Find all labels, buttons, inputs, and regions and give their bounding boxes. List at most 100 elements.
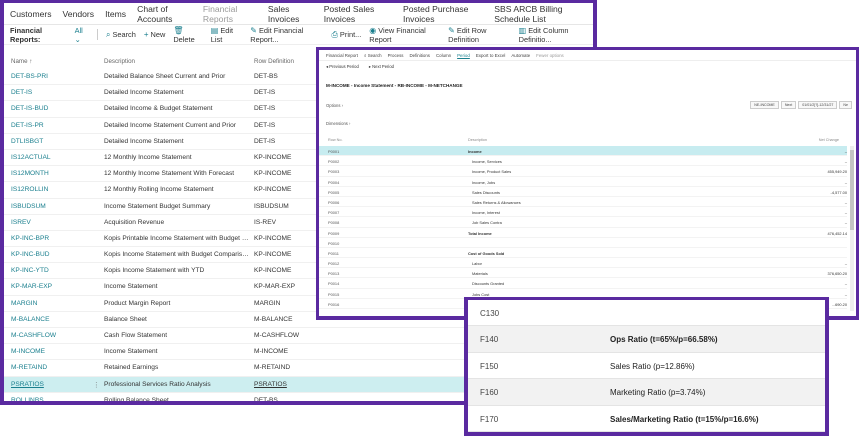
edit-report-button[interactable]: ✎ Edit Financial Report... — [250, 26, 323, 44]
menu-process[interactable]: Process — [388, 53, 404, 58]
report-row[interactable]: P0008 Job Sales Contra – — [319, 217, 847, 228]
name-cell[interactable]: M-BALANCE — [11, 316, 49, 323]
name-cell[interactable]: ISBUDSUM — [11, 203, 46, 210]
name-cell[interactable]: DET-IS-PR — [11, 122, 44, 129]
description-cell: Income, Product Sales — [472, 169, 512, 175]
description-cell: Jobs Cost — [472, 291, 490, 297]
net-change-cell[interactable]: – — [787, 220, 847, 225]
name-cell[interactable]: M-RETAIND — [11, 364, 47, 371]
net-change-cell[interactable]: – — [787, 180, 847, 185]
name-cell[interactable]: ISREV — [11, 219, 31, 226]
description-cell: Materials — [472, 271, 488, 277]
name-cell[interactable]: KP-INC-BUD — [11, 251, 49, 258]
menu-search[interactable]: ⌕ Search — [364, 53, 382, 58]
name-cell[interactable]: IS12ROLLIN — [11, 186, 48, 193]
filter-dropdown[interactable]: All ⌄ — [75, 26, 89, 44]
new-button[interactable]: + New — [144, 30, 165, 39]
name-cell[interactable]: ROLLINBS — [11, 397, 44, 401]
report-row[interactable]: P0014 Discounts Granted – — [319, 278, 847, 289]
menu-automate[interactable]: Automate — [511, 53, 530, 58]
net-change-cell[interactable]: – — [787, 281, 847, 286]
next-period-button[interactable]: ▸ Next Period — [369, 64, 394, 69]
nav-vendors[interactable]: Vendors — [63, 9, 95, 19]
name-cell[interactable]: KP-INC-YTD — [11, 267, 49, 274]
name-cell[interactable]: DET-IS-BUD — [11, 105, 48, 112]
menu-period[interactable]: Period — [457, 53, 470, 58]
nav-billing-schedule[interactable]: SBS ARCB Billing Schedule List — [494, 4, 593, 24]
nav-posted-sales-invoices[interactable]: Posted Sales Invoices — [324, 4, 392, 24]
scrollbar-thumb[interactable] — [850, 150, 854, 230]
report-row[interactable]: P0002 Income, Services – — [319, 156, 847, 167]
name-cell[interactable]: M-INCOME — [11, 348, 45, 355]
report-row[interactable]: P0013 Materials 376,650.20 — [319, 268, 847, 279]
name-cell[interactable]: KP-INC-BPR — [11, 235, 49, 242]
menu-export-excel[interactable]: Export to Excel — [476, 53, 506, 58]
search-button[interactable]: ⌕ Search — [106, 30, 136, 40]
scrollbar[interactable] — [850, 146, 854, 311]
row-definition-cell: KP-INCOME — [254, 153, 292, 161]
previous-period-button[interactable]: ◂ Previous Period — [326, 64, 359, 69]
column-header-name[interactable]: Name ↑ — [11, 58, 32, 65]
report-row[interactable]: P0010 — [319, 238, 847, 248]
name-cell[interactable]: KP-MAR-EXP — [11, 283, 52, 290]
edit-column-definition-button[interactable]: ▥ Edit Column Definitio... — [519, 26, 593, 44]
report-row[interactable]: P0005 Sales Discounts -4,577.00 — [319, 187, 847, 197]
menu-fewer-options[interactable]: Fewer options — [536, 53, 564, 58]
nav-customers[interactable]: Customers — [10, 9, 52, 19]
report-row[interactable]: P0007 Income, Interest – — [319, 207, 847, 218]
column-header-row-definition[interactable]: Row Definition — [254, 58, 294, 65]
dimensions-toggle[interactable]: Dimensions › — [326, 121, 350, 126]
financial-report-window: Financial Report ⌕ Search Process Defini… — [316, 47, 859, 320]
filter-button[interactable]: 01/01/2[?]-12/31/27 — [798, 101, 838, 109]
net-change-cell[interactable]: – — [787, 200, 847, 205]
net-change-cell[interactable]: 455,949.20 — [787, 169, 847, 174]
name-cell[interactable]: MARGIN — [11, 300, 37, 307]
report-row[interactable]: P0003 Income, Product Sales 455,949.20 — [319, 166, 847, 177]
options-toggle[interactable]: Options › — [326, 103, 343, 108]
nav-sales-invoices[interactable]: Sales Invoices — [268, 4, 313, 24]
report-row[interactable]: P0001 Income – — [319, 146, 847, 157]
column-header-description[interactable]: Description — [104, 58, 135, 65]
name-cell[interactable]: PSRATIOS — [11, 381, 44, 388]
nav-chart-of-accounts[interactable]: Chart of Accounts — [137, 4, 192, 24]
report-row[interactable]: P0009 Total Income 476,452.14 — [319, 228, 847, 238]
name-cell[interactable]: DET-IS — [11, 89, 32, 96]
row-number-cell: P0002 — [328, 159, 340, 165]
filter-button[interactable]: NE-INCOME — [750, 101, 779, 109]
previous-period-label: Previous Period — [329, 63, 359, 69]
net-change-cell[interactable]: -4,577.00 — [787, 190, 847, 195]
nav-items[interactable]: Items — [105, 9, 126, 19]
menu-financial-report[interactable]: Financial Report — [326, 53, 358, 58]
row-number-cell: P0003 — [328, 169, 340, 175]
net-change-cell[interactable]: – — [787, 261, 847, 266]
print-button[interactable]: ⎙ Print... — [332, 30, 362, 40]
more-options-icon[interactable]: ⋮ — [93, 381, 100, 389]
menu-column[interactable]: Column — [436, 53, 451, 58]
view-report-button[interactable]: ◉ View Financial Report — [369, 26, 440, 44]
report-row[interactable]: P0012 Labor – — [319, 258, 847, 269]
edit-list-button[interactable]: ▤ Edit List — [211, 26, 242, 44]
net-change-cell[interactable]: 376,650.20 — [787, 271, 847, 276]
filter-button[interactable]: Ne — [839, 101, 852, 109]
name-cell[interactable]: DET-BS-PRI — [11, 73, 48, 80]
nav-financial-reports[interactable]: Financial Reports — [203, 4, 257, 24]
net-change-cell[interactable]: – — [787, 292, 847, 297]
report-row[interactable]: P0004 Income, Jobs – — [319, 177, 847, 187]
period-actions: ◂ Previous Period ▸ Next Period — [319, 61, 856, 71]
delete-label: Delete — [173, 34, 195, 44]
net-change-cell[interactable]: – — [787, 210, 847, 215]
report-row[interactable]: P0011 Cost of Goods Sold — [319, 248, 847, 259]
delete-button[interactable]: 🗑Delete — [173, 26, 202, 44]
net-change-cell[interactable]: 476,452.14 — [787, 231, 847, 236]
name-cell[interactable]: IS12ACTUAL — [11, 154, 51, 161]
name-cell[interactable]: IS12MONTH — [11, 170, 49, 177]
net-change-cell[interactable]: – — [787, 149, 847, 154]
edit-row-definition-button[interactable]: ✎ Edit Row Definition — [448, 26, 510, 44]
report-row[interactable]: P0006 Sales Returns & Allowances – — [319, 197, 847, 208]
name-cell[interactable]: M-CASHFLOW — [11, 332, 56, 339]
nav-posted-purchase-invoices[interactable]: Posted Purchase Invoices — [403, 4, 483, 24]
filter-button[interactable]: Next — [780, 101, 797, 109]
menu-definitions[interactable]: Definitions — [409, 53, 430, 58]
net-change-cell[interactable]: – — [787, 159, 847, 164]
name-cell[interactable]: DTLISBGT — [11, 138, 43, 145]
